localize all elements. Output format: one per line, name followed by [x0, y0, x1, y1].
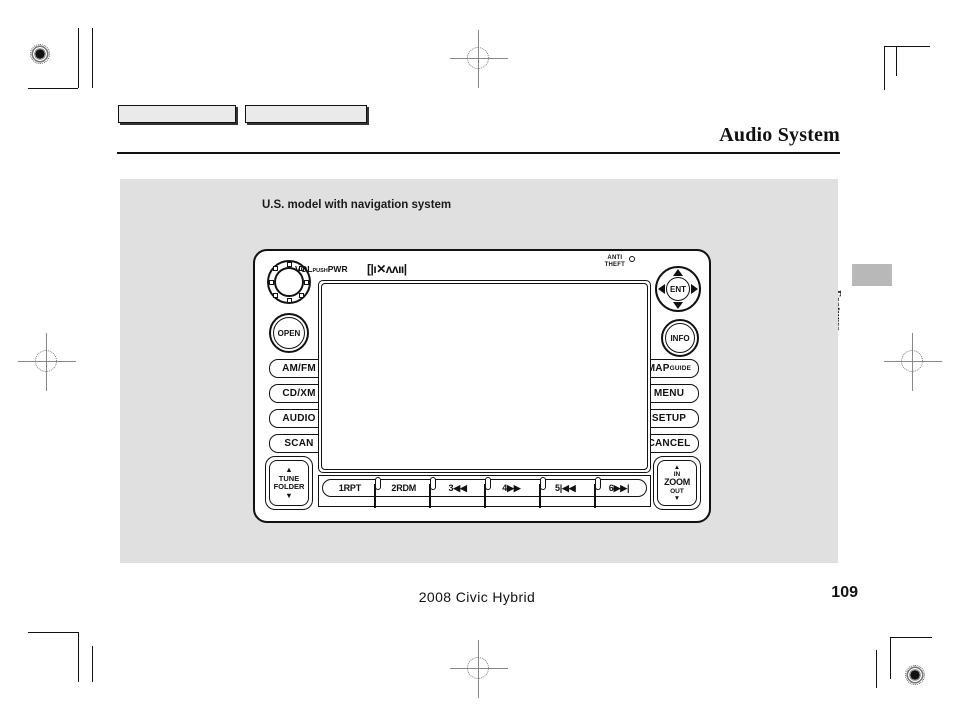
registration-target-top-left	[28, 42, 52, 66]
crop-mark-bottom-right-vertical-2	[876, 650, 877, 688]
crosshair-circle	[467, 47, 489, 69]
anti-theft-led-icon	[629, 256, 635, 262]
preset-button-4[interactable]: 4▶▶	[484, 483, 538, 494]
crop-mark-top-left-horizontal	[28, 88, 78, 89]
zoom-out-label: OUT	[670, 487, 684, 495]
crosshair-circle	[467, 657, 489, 679]
ent-left-arrow-icon[interactable]	[658, 284, 665, 294]
preset-button-2[interactable]: 2RDM	[377, 483, 431, 493]
vol-text: VOL	[295, 264, 313, 274]
ent-directional-pad[interactable]: ENT	[655, 266, 701, 312]
crop-mark-top-left-vertical-2	[92, 28, 93, 88]
head-unit-faceplate: VOLPUSHPWR [|ı✕ʌʌıı| ANTI THEFT ENT OPEN…	[253, 249, 711, 523]
crop-mark-bottom-right-vertical	[890, 637, 891, 679]
knob-notch	[286, 261, 292, 267]
tune-folder-button[interactable]: ▲ TUNE FOLDER ▼	[265, 456, 313, 510]
xm-logo-icon: [|ı✕ʌʌıı|	[367, 262, 407, 276]
zoom-up-arrow-icon[interactable]: ▲	[674, 464, 680, 471]
knob-notch	[273, 266, 278, 271]
header-marker-box-1	[118, 105, 236, 123]
ent-button-label[interactable]: ENT	[666, 277, 690, 301]
registration-crosshair-bottom	[450, 640, 508, 698]
header-divider	[117, 152, 840, 154]
tune-down-arrow-icon[interactable]: ▼	[285, 491, 292, 501]
preset-button-5[interactable]: 5|◀◀	[538, 483, 592, 494]
info-button-label: INFO	[670, 333, 690, 343]
registration-target-bottom-right	[903, 663, 927, 687]
preset-button-3[interactable]: 3◀◀	[431, 483, 485, 494]
crop-mark-bottom-left-horizontal	[28, 632, 78, 633]
info-button[interactable]: INFO	[661, 319, 699, 357]
crop-mark-top-right-vertical	[884, 46, 885, 90]
preset-button-6[interactable]: 6▶▶|	[592, 483, 646, 494]
navigation-display-screen[interactable]	[318, 280, 651, 473]
crop-mark-bottom-left-vertical	[78, 632, 79, 682]
figure-caption: U.S. model with navigation system	[262, 199, 452, 211]
crosshair-circle	[35, 350, 57, 372]
anti-theft-label: ANTI THEFT	[605, 255, 625, 268]
knob-notch	[268, 279, 274, 285]
registration-crosshair-left	[18, 333, 76, 391]
preset-bar-inner: 1RPT 2RDM 3◀◀ 4▶▶ 5|◀◀ 6▶▶|	[322, 477, 647, 497]
preset-button-bar: 1RPT 2RDM 3◀◀ 4▶▶ 5|◀◀ 6▶▶|	[318, 475, 651, 508]
cancel-label: CANCEL	[647, 438, 691, 449]
push-text: PUSH	[312, 268, 328, 274]
ent-up-arrow-icon[interactable]	[673, 269, 683, 276]
crop-mark-bottom-left-vertical-2	[92, 646, 93, 682]
cd-xm-label: CD/XM	[282, 388, 316, 399]
open-button[interactable]: OPEN	[269, 313, 309, 353]
preset-button-1[interactable]: 1RPT	[323, 483, 377, 493]
zoom-button[interactable]: ▲ IN ZOOM OUT ▼	[653, 456, 701, 510]
crop-mark-top-right-horizontal	[884, 46, 930, 47]
anti-theft-line2: THEFT	[604, 261, 625, 268]
knob-notch	[273, 293, 278, 298]
crop-mark-bottom-right-horizontal	[890, 637, 932, 638]
open-button-label: OPEN	[277, 328, 301, 338]
tune-folder-inner: ▲ TUNE FOLDER ▼	[269, 460, 309, 506]
guide-label: GUIDE	[669, 365, 692, 372]
am-fm-label: AM/FM	[282, 363, 316, 374]
page-number: 109	[831, 584, 858, 601]
zoom-label: ZOOM	[664, 477, 690, 488]
side-tab-block	[852, 264, 892, 286]
volume-knob-label: VOLPUSHPWR	[295, 264, 348, 274]
zoom-inner: ▲ IN ZOOM OUT ▼	[657, 460, 697, 506]
ent-right-arrow-icon[interactable]	[691, 284, 698, 294]
scan-label: SCAN	[284, 438, 314, 449]
setup-label: SETUP	[651, 413, 687, 424]
header-marker-box-2	[245, 105, 367, 123]
pwr-text: PWR	[327, 264, 348, 274]
anti-theft-line1: ANTI	[607, 255, 623, 261]
page-title: Audio System	[719, 124, 840, 146]
footer-model-name: 2008 Civic Hybrid	[418, 589, 536, 605]
registration-crosshair-right	[884, 333, 942, 391]
zoom-down-arrow-icon[interactable]: ▼	[674, 495, 680, 502]
crop-mark-top-left-vertical	[78, 28, 79, 88]
ent-down-arrow-icon[interactable]	[673, 302, 683, 309]
knob-notch	[286, 297, 292, 303]
knob-notch	[304, 279, 309, 285]
knob-notch	[299, 293, 304, 298]
menu-label: MENU	[653, 388, 685, 399]
audio-label: AUDIO	[282, 413, 316, 424]
registration-crosshair-top	[450, 30, 508, 88]
crop-mark-top-right-vertical-2	[896, 46, 897, 76]
crosshair-circle	[901, 350, 923, 372]
